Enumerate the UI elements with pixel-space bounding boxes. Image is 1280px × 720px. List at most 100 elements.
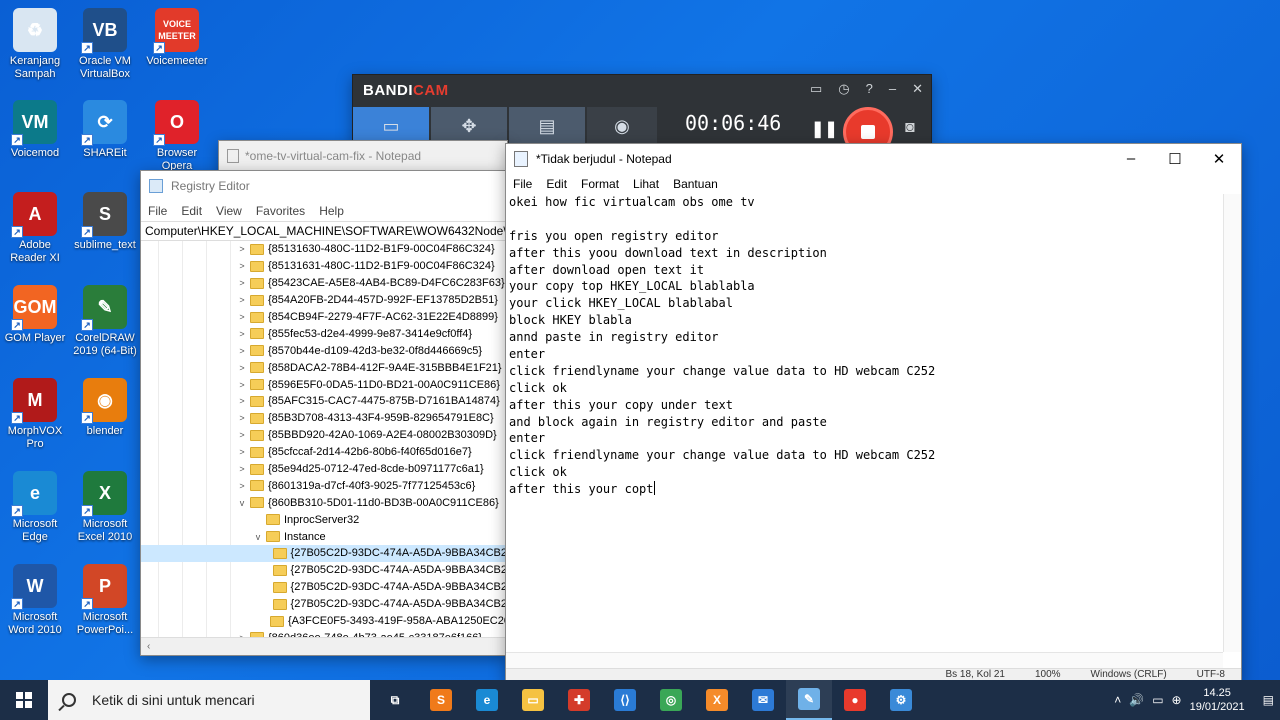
registry-key-node[interactable]: > {854CB94F-2279-4F7F-AC62-31E22E4D8899}	[141, 309, 507, 326]
registry-key-node[interactable]: > {85AFC315-CAC7-4475-875B-D7161BA14874}	[141, 393, 507, 410]
taskbar-app-file-explorer[interactable]: ▭	[510, 680, 556, 720]
registry-key-node[interactable]: > {85131630-480C-11D2-B1F9-00C04F86C324}	[141, 241, 507, 258]
taskbar-app-task-view[interactable]: ⧉	[372, 680, 418, 720]
registry-key-node[interactable]: InprocServer32	[141, 511, 507, 528]
network-icon[interactable]: ▭	[1152, 693, 1163, 707]
registry-key-node[interactable]: > {8601319a-d7cf-40f3-9025-7f77125453c6}	[141, 477, 507, 494]
chevron-right-icon[interactable]: >	[236, 430, 248, 440]
registry-tree[interactable]: > {85131630-480C-11D2-B1F9-00C04F86C324} >…	[141, 241, 507, 637]
registry-key-node[interactable]: {A3FCE0F5-3493-419F-958A-ABA1250EC20	[141, 613, 507, 630]
registry-key-node[interactable]: > {8596E5F0-0DA5-11D0-BD21-00A0C911CE86}	[141, 376, 507, 393]
desktop-icon-gom-player[interactable]: GOM ↗ GOM Player	[0, 285, 70, 345]
notepad-menu-lihat[interactable]: Lihat	[626, 177, 666, 191]
notepad-menu-format[interactable]: Format	[574, 177, 626, 191]
registry-key-node[interactable]: v Instance	[141, 528, 507, 545]
chevron-right-icon[interactable]: >	[236, 295, 248, 305]
desktop-icon-voicemeeter[interactable]: VOICE MEETER ↗ Voicemeeter	[142, 8, 212, 68]
taskbar-app-sublime-text-taskbar[interactable]: S	[418, 680, 464, 720]
webcam-button[interactable]: ◉	[587, 107, 657, 145]
taskbar-app-gift[interactable]: ✚	[556, 680, 602, 720]
registry-key-node[interactable]: {27B05C2D-93DC-474A-A5DA-9BBA34CB2	[141, 545, 507, 562]
registry-key-node[interactable]: > {85131631-480C-11D2-B1F9-00C04F86C324}	[141, 258, 507, 275]
clock-icon[interactable]: ◷	[838, 81, 849, 97]
chevron-right-icon[interactable]: >	[236, 261, 248, 271]
desktop-icon-morphvox[interactable]: M ↗ MorphVOX Pro	[0, 378, 70, 451]
chevron-right-icon[interactable]: >	[236, 312, 248, 322]
desktop-icon-word[interactable]: W ↗ Microsoft Word 2010	[0, 564, 70, 637]
desktop-icon-powerpoint[interactable]: P ↗ Microsoft PowerPoi...	[70, 564, 140, 637]
desktop-icon-virtualbox[interactable]: VB ↗ Oracle VM VirtualBox	[70, 8, 140, 81]
chevron-up-icon[interactable]: ˄	[1114, 693, 1121, 707]
desktop-icon-excel[interactable]: X ↗ Microsoft Excel 2010	[70, 471, 140, 544]
notepad-window[interactable]: *Tidak berjudul - Notepad – ☐ ✕ File Edit…	[505, 143, 1242, 683]
chevron-down-icon[interactable]: v	[236, 498, 248, 508]
registry-key-node[interactable]: v {860BB310-5D01-11d0-BD3B-00A0C911CE86}	[141, 494, 507, 511]
desktop-icon-opera[interactable]: O ↗ Browser Opera	[142, 100, 212, 173]
notifications-icon[interactable]: ▤	[1263, 693, 1274, 707]
registry-key-node[interactable]: {27B05C2D-93DC-474A-A5DA-9BBA34CB2	[141, 579, 507, 596]
chevron-right-icon[interactable]: >	[236, 346, 248, 356]
chevron-right-icon[interactable]: >	[236, 396, 248, 406]
close-button[interactable]: ✕	[1197, 150, 1241, 168]
registry-menu-help[interactable]: Help	[312, 204, 351, 218]
registry-key-node[interactable]: > {85423CAE-A5E8-4AB4-BC89-D4FC6C283F63}	[141, 275, 507, 292]
notepad-menu-file[interactable]: File	[506, 177, 539, 191]
registry-key-node[interactable]: > {8570b44e-d109-42d3-be32-0f8d446669c5}	[141, 342, 507, 359]
chevron-right-icon[interactable]: >	[236, 464, 248, 474]
registry-key-node[interactable]: {27B05C2D-93DC-474A-A5DA-9BBA34CB2	[141, 596, 507, 613]
taskbar-app-regedit-taskbar[interactable]: ⚙	[878, 680, 924, 720]
taskbar-app-edge-taskbar[interactable]: e	[464, 680, 510, 720]
desktop-icon-sublime-text[interactable]: S ↗ sublime_text	[70, 192, 140, 252]
close-icon[interactable]: ✕	[912, 81, 923, 97]
desktop-icon-voicemod[interactable]: VM ↗ Voicemod	[0, 100, 70, 160]
registry-address-bar[interactable]: Computer\HKEY_LOCAL_MACHINE\SOFTWARE\WOW…	[141, 221, 507, 241]
notepad-text-area[interactable]: okei how fic virtualcam obs ome tv fris y…	[506, 194, 1223, 652]
registry-horizontal-scrollbar[interactable]: ‹	[141, 637, 507, 655]
registry-menu-favorites[interactable]: Favorites	[249, 204, 312, 218]
registry-key-node[interactable]: > {85B3D708-4313-43F4-959B-829654791E8C}	[141, 410, 507, 427]
chevron-right-icon[interactable]: >	[236, 413, 248, 423]
taskbar-app-xampp[interactable]: X	[694, 680, 740, 720]
device-mode-button[interactable]: ▤	[509, 107, 585, 145]
notepad-menu-bantuan[interactable]: Bantuan	[666, 177, 725, 191]
registry-key-node[interactable]: > {85cfccaf-2d14-42b6-80b6-f40f65d016e7}	[141, 444, 507, 461]
maximize-button[interactable]: ☐	[1153, 150, 1197, 168]
taskbar-search-box[interactable]: Ketik di sini untuk mencari	[48, 680, 370, 720]
registry-key-node[interactable]: > {85BBD920-42A0-1069-A2E4-08002B30309D}	[141, 427, 507, 444]
taskbar-app-mail[interactable]: ✉	[740, 680, 786, 720]
taskbar-app-bandicam-taskbar[interactable]: ●	[832, 680, 878, 720]
chevron-right-icon[interactable]: >	[236, 363, 248, 373]
notepad-vertical-scrollbar[interactable]	[1223, 194, 1241, 652]
chevron-right-icon[interactable]: >	[236, 380, 248, 390]
desktop-icon-edge[interactable]: e ↗ Microsoft Edge	[0, 471, 70, 544]
minimize-icon[interactable]: –	[889, 81, 896, 97]
desktop-icon-coreldraw[interactable]: ✎ ↗ CorelDRAW 2019 (64-Bit)	[70, 285, 140, 358]
registry-editor-window[interactable]: Registry Editor File Edit View Favorites Hel…	[140, 170, 508, 656]
help-icon[interactable]: ?	[866, 81, 873, 97]
taskbar-app-notepad-taskbar[interactable]: ✎	[786, 680, 832, 720]
language-icon[interactable]: ⊕	[1172, 693, 1182, 707]
start-button[interactable]	[0, 680, 48, 720]
taskbar-app-chrome[interactable]: ◎	[648, 680, 694, 720]
notepad-menu-edit[interactable]: Edit	[539, 177, 574, 191]
screenshot-camera-icon[interactable]: ◙	[905, 119, 915, 137]
registry-key-node[interactable]: > {855fec53-d2e4-4999-9e87-3414e9cf0ff4}	[141, 325, 507, 342]
desktop-icon-blender[interactable]: ◉ ↗ blender	[70, 378, 140, 438]
volume-icon[interactable]: 🔊	[1129, 693, 1144, 707]
desktop-icon-recycle-bin[interactable]: ♻ Keranjang Sampah	[0, 8, 70, 81]
chevron-down-icon[interactable]: v	[252, 532, 264, 542]
chevron-right-icon[interactable]: >	[236, 481, 248, 491]
registry-menu-view[interactable]: View	[209, 204, 249, 218]
taskbar-app-vscode[interactable]: ⟨⟩	[602, 680, 648, 720]
registry-key-node[interactable]: >{860d36ee-748e-4b73-ae45-c33187e6f166}	[141, 629, 507, 637]
chevron-right-icon[interactable]: >	[236, 244, 248, 254]
registry-menu-edit[interactable]: Edit	[174, 204, 209, 218]
desktop-icon-adobe-reader[interactable]: A ↗ Adobe Reader XI	[0, 192, 70, 265]
chevron-right-icon[interactable]: >	[236, 447, 248, 457]
registry-key-node[interactable]: {27B05C2D-93DC-474A-A5DA-9BBA34CB2	[141, 562, 507, 579]
registry-menu-file[interactable]: File	[141, 204, 174, 218]
notepad-horizontal-scrollbar[interactable]	[506, 652, 1223, 668]
registry-key-node[interactable]: > {85e94d25-0712-47ed-8cde-b0971177c6a1}	[141, 461, 507, 478]
pause-icon[interactable]: ❚❚	[811, 119, 838, 139]
registry-key-node[interactable]: > {854A20FB-2D44-457D-992F-EF13785D2B51}	[141, 292, 507, 309]
